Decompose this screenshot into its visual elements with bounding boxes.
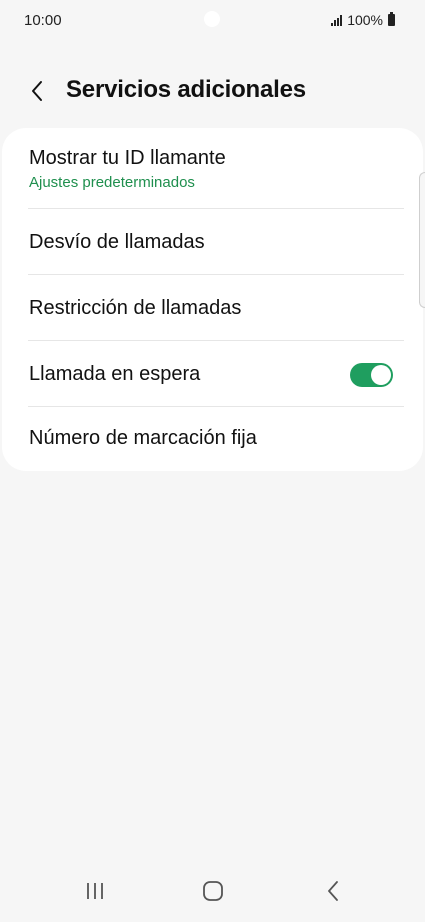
nav-back-button[interactable]	[313, 876, 353, 906]
back-icon	[328, 881, 338, 901]
scrollbar[interactable]	[419, 172, 425, 308]
setting-caller-id[interactable]: Mostrar tu ID llamante Ajustes predeterm…	[2, 128, 423, 208]
call-waiting-toggle[interactable]	[350, 363, 393, 387]
setting-call-forwarding-label: Desvío de llamadas	[29, 231, 205, 253]
chevron-left-icon	[32, 81, 42, 101]
setting-call-barring-label: Restricción de llamadas	[29, 297, 242, 319]
battery-icon	[388, 12, 395, 26]
toggle-knob	[371, 365, 391, 385]
front-camera	[204, 11, 220, 27]
setting-call-barring[interactable]: Restricción de llamadas	[2, 275, 423, 341]
setting-fixed-dialing-label: Número de marcación fija	[29, 427, 257, 449]
status-bar: 10:00 100%	[0, 0, 425, 40]
signal-icon	[331, 14, 343, 26]
setting-call-forwarding[interactable]: Desvío de llamadas	[2, 209, 423, 275]
navigation-bar	[0, 862, 425, 922]
home-icon	[203, 881, 223, 901]
status-time: 10:00	[24, 12, 62, 29]
setting-call-waiting[interactable]: Llamada en espera	[2, 341, 423, 407]
battery-percentage: 100%	[347, 12, 383, 28]
page-title: Servicios adicionales	[66, 76, 306, 103]
home-button[interactable]	[193, 876, 233, 906]
setting-caller-id-label: Mostrar tu ID llamante	[29, 147, 226, 169]
setting-caller-id-value: Ajustes predeterminados	[29, 174, 195, 191]
back-button[interactable]	[22, 76, 52, 106]
header: Servicios adicionales	[0, 68, 425, 112]
setting-call-waiting-label: Llamada en espera	[29, 363, 201, 385]
setting-fixed-dialing[interactable]: Número de marcación fija	[2, 407, 423, 471]
recent-apps-icon	[87, 883, 103, 899]
settings-card: Mostrar tu ID llamante Ajustes predeterm…	[2, 128, 423, 471]
status-indicators: 100%	[331, 12, 395, 28]
recent-apps-button[interactable]	[75, 876, 115, 906]
